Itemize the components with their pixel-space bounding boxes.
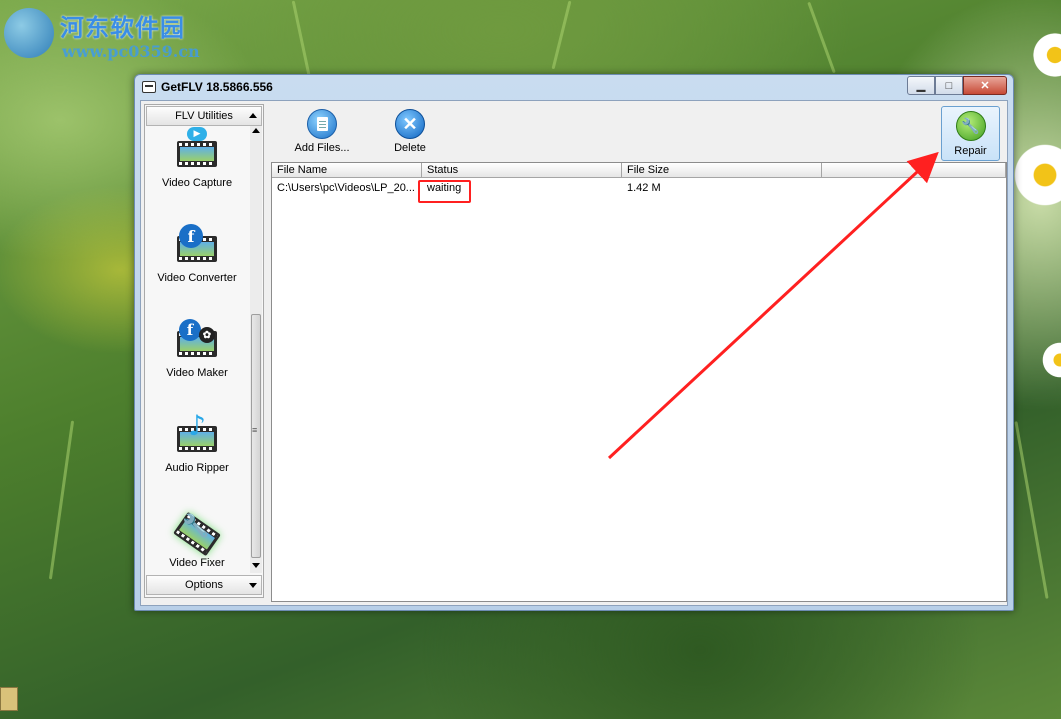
annotation-arrow [607, 151, 939, 460]
